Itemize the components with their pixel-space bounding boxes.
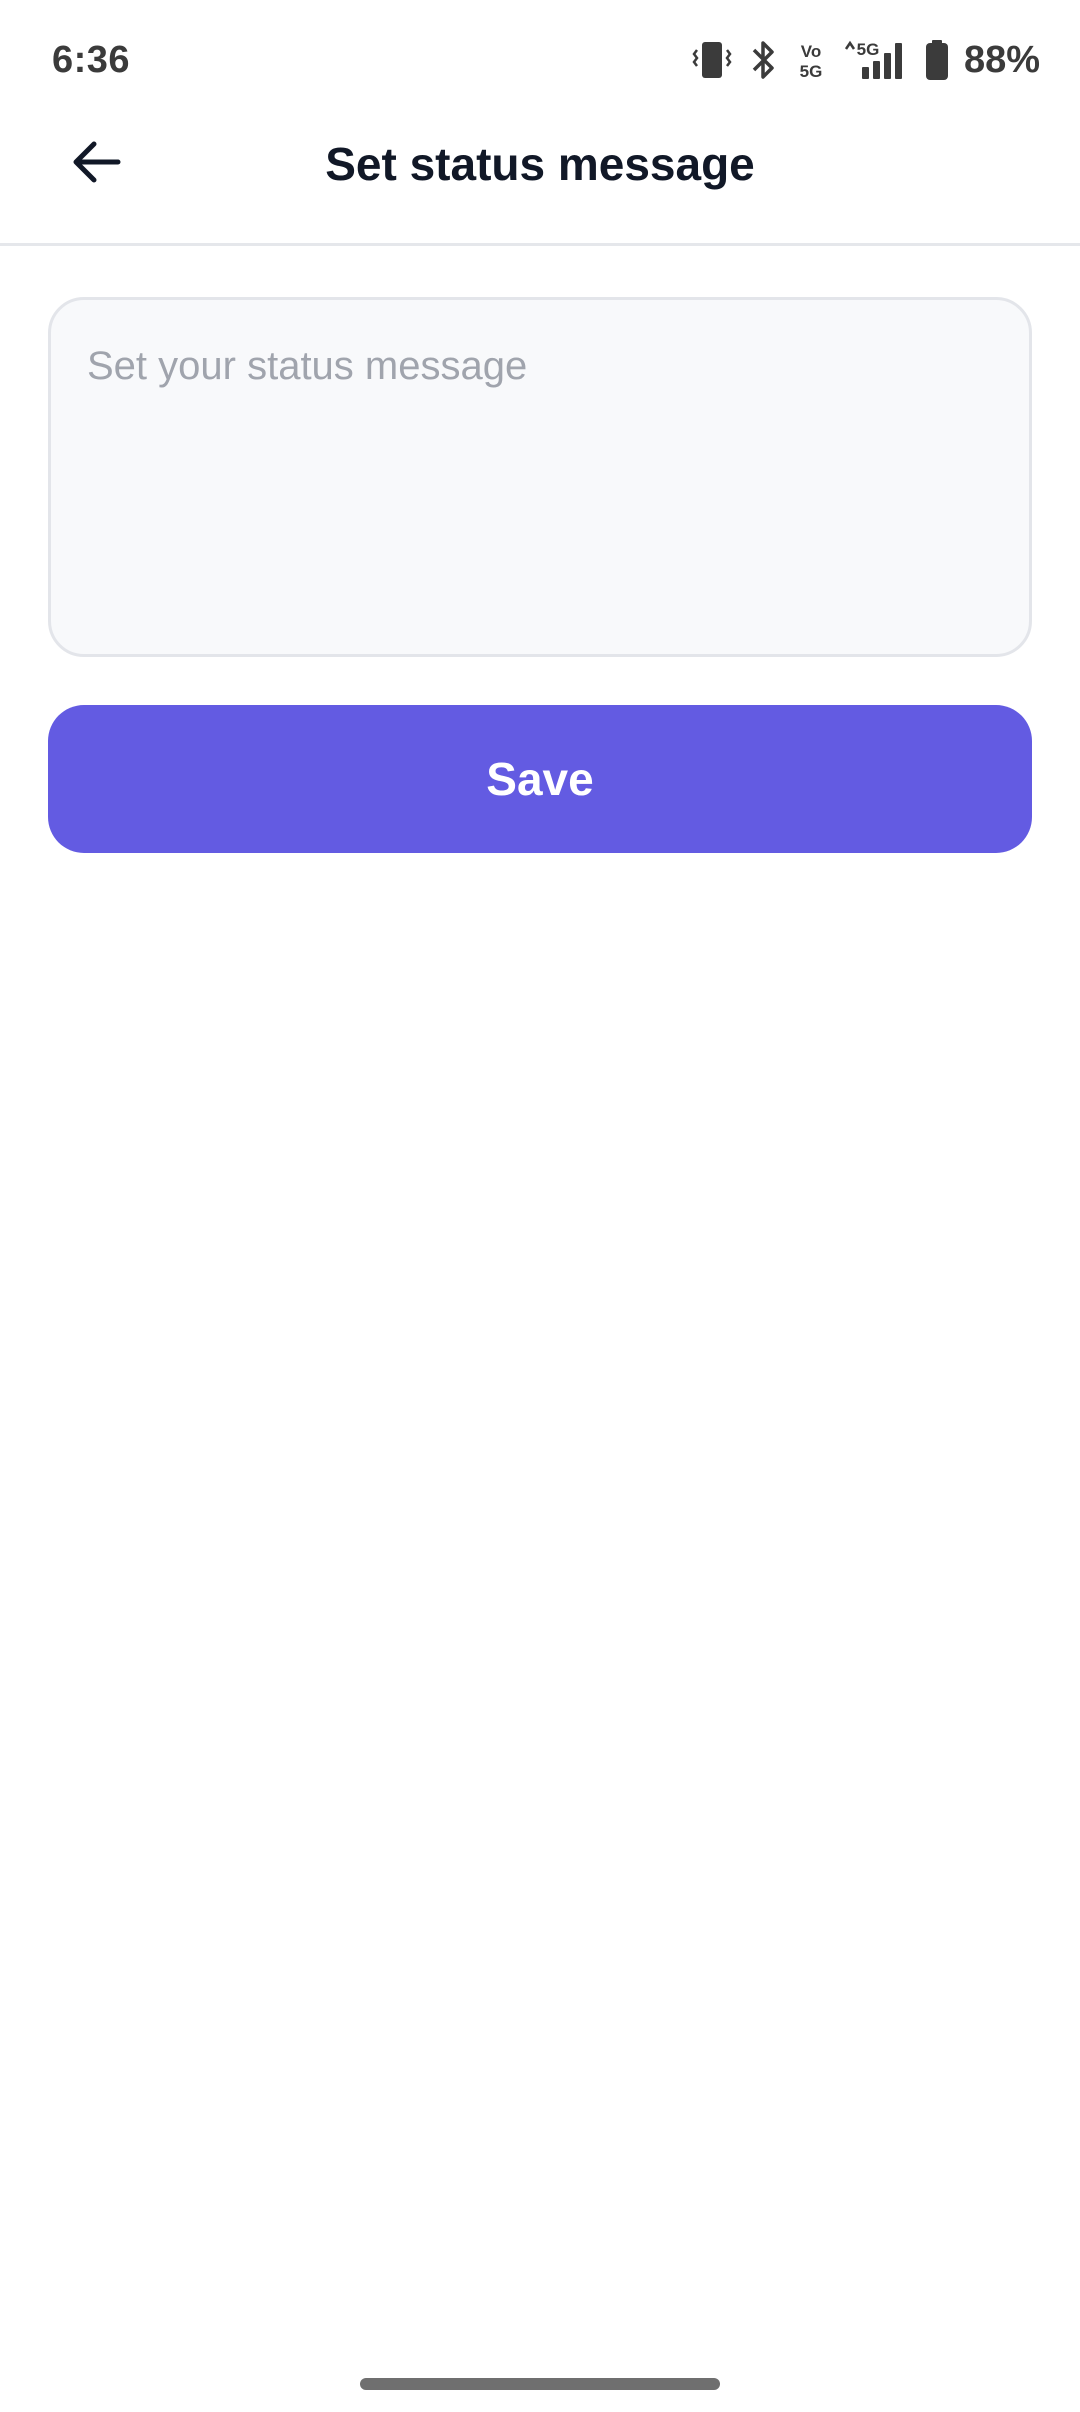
home-indicator[interactable] [360, 2378, 720, 2390]
battery-icon [924, 39, 950, 81]
status-message-input[interactable] [48, 297, 1032, 657]
volte-icon: Vo 5G [796, 39, 826, 81]
volte-label-bottom: 5G [800, 62, 823, 81]
status-icons: Vo 5G 5G 88% [692, 38, 1040, 82]
signal-5g-icon: 5G [844, 39, 906, 81]
status-time: 6:36 [52, 38, 131, 81]
vibrate-icon [692, 38, 732, 82]
app-bar: Set status message [0, 120, 1080, 246]
status-bar: 6:36 Vo 5G 5G 88% [0, 0, 1080, 120]
screen: 6:36 Vo 5G 5G 88% Set status message Set… [0, 0, 1080, 2412]
save-button[interactable]: Save [48, 705, 1032, 853]
battery-percent: 88% [963, 38, 1040, 81]
bluetooth-icon [750, 39, 778, 81]
volte-label-top: Vo [801, 42, 821, 61]
network-label: 5G [857, 40, 880, 59]
page-title: Set status message [325, 138, 755, 190]
